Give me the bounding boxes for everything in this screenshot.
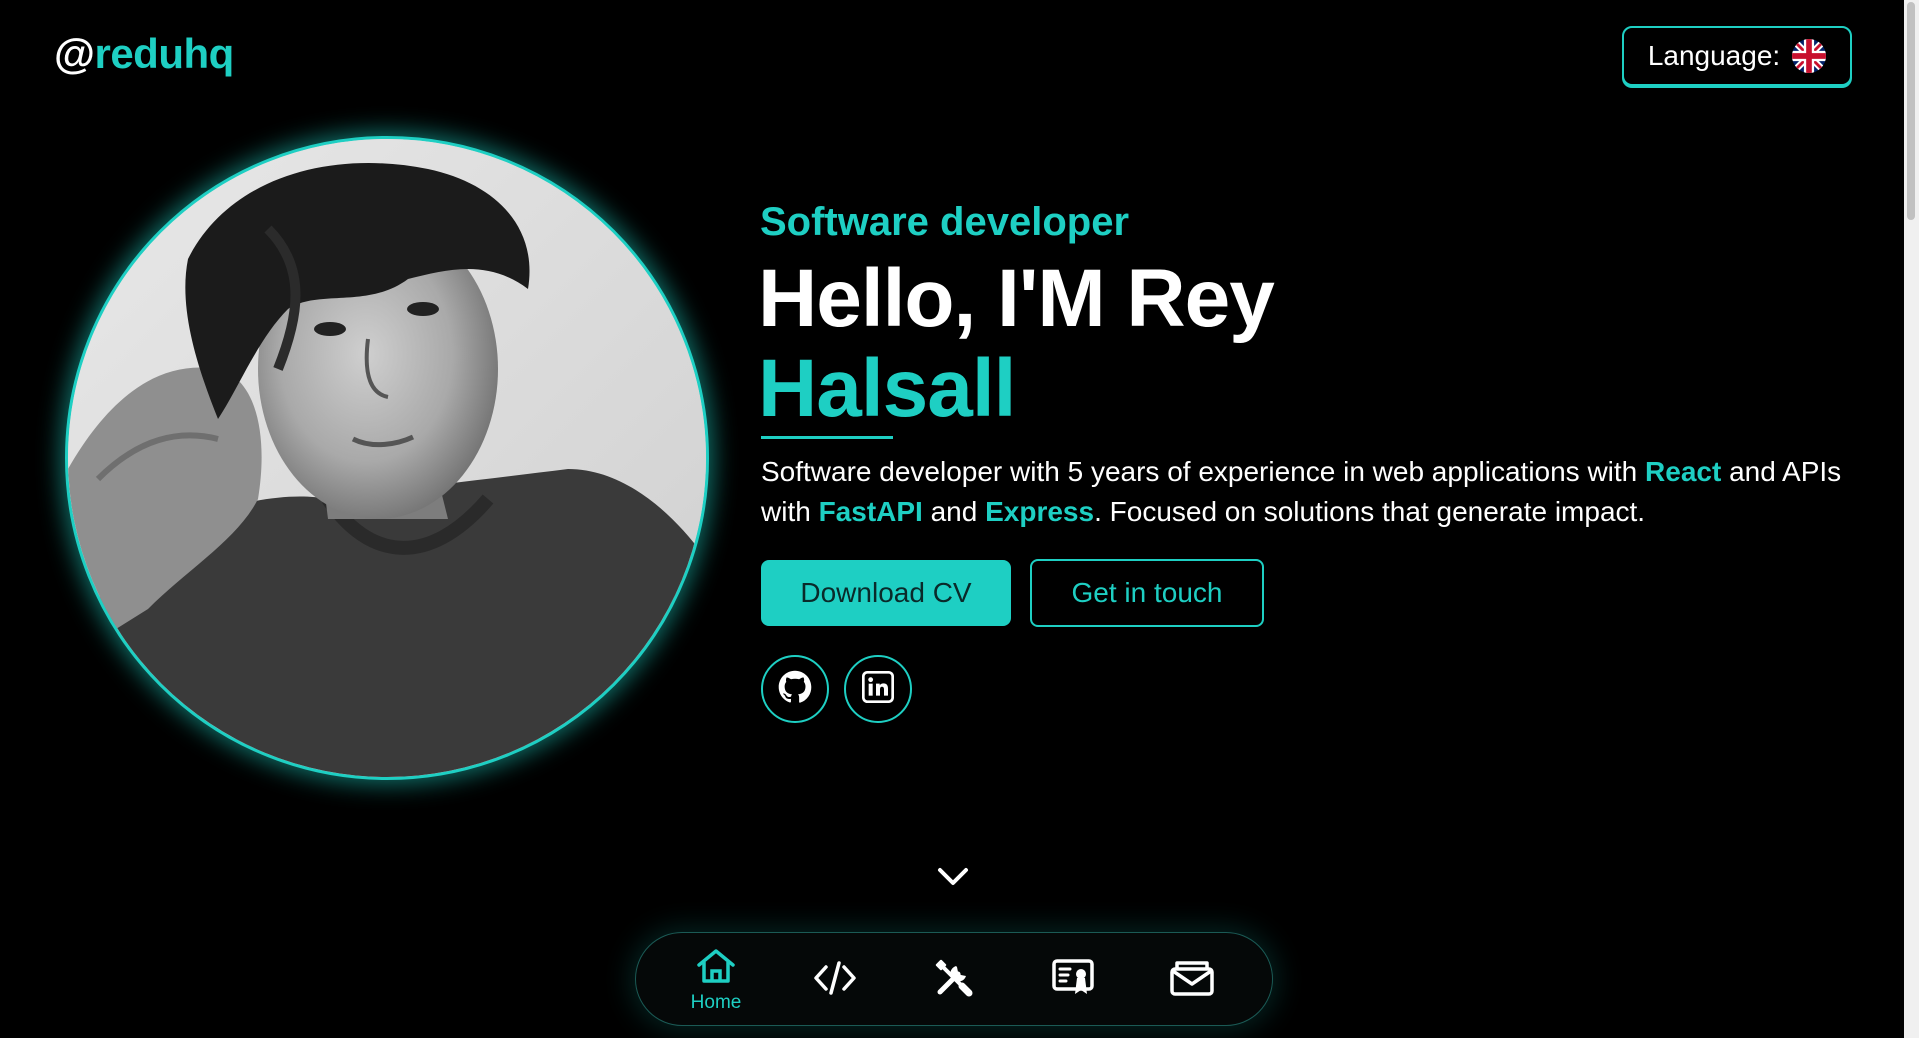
logo-handle: reduhq bbox=[94, 30, 234, 77]
linkedin-icon bbox=[862, 670, 894, 708]
scrollbar-thumb[interactable] bbox=[1907, 2, 1915, 220]
language-label: Language: bbox=[1647, 40, 1781, 71]
code-icon bbox=[813, 959, 857, 1002]
hero-subtitle: Software developer bbox=[760, 200, 1130, 244]
nav-item-home[interactable]: Home bbox=[676, 945, 756, 1015]
bottom-navigation: Home bbox=[635, 932, 1273, 1026]
language-selector-button[interactable]: Language: bbox=[1622, 26, 1852, 86]
tech-react: React bbox=[1645, 456, 1722, 487]
download-cv-button[interactable]: Download CV bbox=[761, 560, 1011, 626]
github-icon bbox=[778, 670, 812, 709]
mail-icon bbox=[1169, 959, 1215, 1002]
description-text: . Focused on solutions that generate imp… bbox=[1094, 496, 1646, 527]
profile-photo bbox=[65, 136, 709, 780]
description-text: Software developer with 5 years of exper… bbox=[761, 456, 1646, 487]
portfolio-page: @reduhq Language: Software developer Hel… bbox=[0, 0, 1919, 1038]
site-logo[interactable]: @reduhq bbox=[54, 30, 234, 78]
nav-item-skills[interactable] bbox=[914, 945, 994, 1015]
description-text: and bbox=[922, 496, 986, 527]
scroll-down-chevron-icon[interactable] bbox=[936, 862, 970, 890]
nav-item-certificates[interactable] bbox=[1033, 945, 1113, 1015]
title-underline bbox=[761, 436, 893, 439]
get-in-touch-button[interactable]: Get in touch bbox=[1030, 559, 1264, 627]
certificate-icon bbox=[1051, 958, 1095, 1003]
tech-express: Express bbox=[985, 496, 1095, 527]
home-icon bbox=[695, 947, 737, 990]
profile-photo-illustration bbox=[68, 139, 706, 777]
nav-label-home: Home bbox=[690, 991, 742, 1013]
tech-fastapi: FastAPI bbox=[818, 496, 923, 527]
page-scrollbar[interactable] bbox=[1904, 0, 1919, 1038]
nav-item-contact[interactable] bbox=[1152, 945, 1232, 1015]
hero-description: Software developer with 5 years of exper… bbox=[761, 452, 1871, 532]
logo-at: @ bbox=[54, 30, 95, 77]
hero-greeting: Hello, I'M Rey bbox=[758, 253, 1275, 344]
linkedin-button[interactable] bbox=[844, 655, 912, 723]
nav-item-projects[interactable] bbox=[795, 945, 875, 1015]
hero-surname: Halsall bbox=[758, 343, 1016, 434]
uk-flag-icon bbox=[1792, 39, 1827, 73]
github-button[interactable] bbox=[761, 655, 829, 723]
tools-icon bbox=[934, 958, 974, 1003]
